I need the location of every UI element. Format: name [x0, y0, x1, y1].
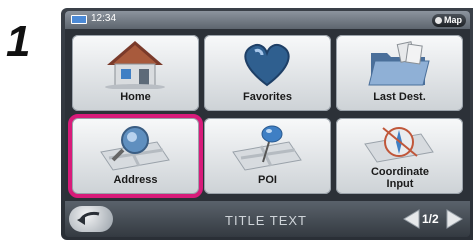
map-button-label: Map — [444, 15, 462, 25]
back-button[interactable] — [69, 206, 113, 232]
bottom-bar: TITLE TEXT 1/2 — [65, 201, 470, 237]
magnifier-map-icon — [100, 126, 170, 171]
tile-last-dest[interactable]: Last Dest. — [336, 35, 463, 111]
tile-label: Address — [113, 174, 158, 186]
tile-label: POI — [258, 174, 277, 186]
tile-label: Home — [120, 91, 151, 103]
heart-icon — [244, 43, 290, 87]
status-bar: 12:34 Map — [65, 11, 470, 29]
prev-page-button[interactable] — [403, 209, 421, 229]
tile-label: Last Dest. — [373, 91, 426, 103]
map-button[interactable]: Map — [432, 14, 466, 27]
tile-label: Coordinate Input — [370, 166, 430, 190]
back-arrow-icon — [77, 211, 100, 225]
step-number: 1 — [6, 17, 31, 66]
screen-title: TITLE TEXT — [225, 213, 307, 228]
tile-coordinate-input[interactable]: Coordinate Input — [336, 118, 463, 194]
compass-icon — [364, 127, 434, 163]
page-indicator: 1/2 — [422, 212, 439, 226]
tile-address[interactable]: Address — [68, 114, 203, 198]
next-page-button[interactable] — [445, 209, 463, 229]
clock-time: 12:34 — [91, 13, 117, 24]
tile-home[interactable]: Home — [72, 35, 199, 111]
folder-icon — [368, 41, 430, 86]
house-icon — [105, 41, 165, 89]
pushpin-icon — [232, 125, 302, 171]
tile-favorites[interactable]: Favorites — [204, 35, 331, 111]
map-dot-icon — [435, 17, 442, 24]
nav-screen: 12:34 Map Home Favorites Last Dest. Addr… — [65, 11, 470, 237]
battery-icon — [71, 15, 87, 24]
tile-label: Favorites — [243, 91, 292, 103]
tile-poi[interactable]: POI — [204, 118, 331, 194]
